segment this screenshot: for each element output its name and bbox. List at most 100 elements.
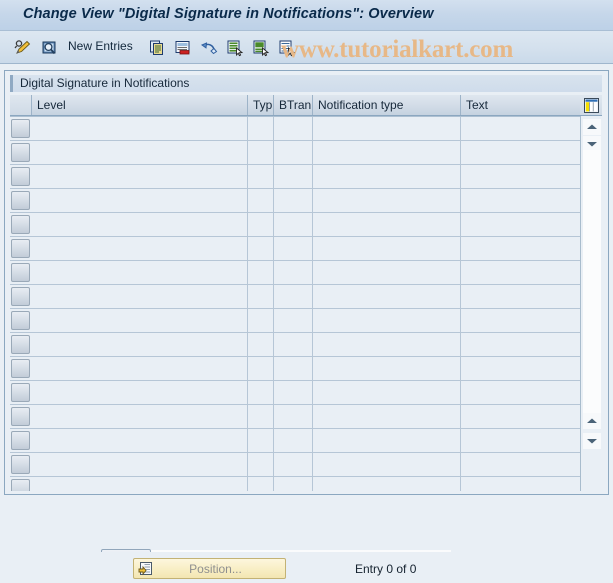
scroll-up-button[interactable]: [583, 119, 601, 135]
row-select-button[interactable]: [11, 215, 30, 234]
table-cell-level[interactable]: [32, 141, 248, 164]
table-cell-text[interactable]: [461, 237, 580, 260]
row-select-button[interactable]: [11, 287, 30, 306]
table-cell-notification_type[interactable]: [313, 285, 461, 308]
row-select-button[interactable]: [11, 239, 30, 258]
table-cell-level[interactable]: [32, 357, 248, 380]
vertical-scrollbar-track-upper[interactable]: [583, 150, 601, 261]
table-cell-notification_type[interactable]: [313, 477, 461, 491]
table-cell-notification_type[interactable]: [313, 453, 461, 476]
table-cell-btran[interactable]: [274, 405, 313, 428]
scroll-page-down-button[interactable]: [583, 433, 601, 449]
table-row[interactable]: [10, 141, 580, 165]
row-select-button[interactable]: [11, 119, 30, 138]
table-cell-text[interactable]: [461, 285, 580, 308]
row-select-button[interactable]: [11, 479, 30, 491]
table-row[interactable]: [10, 117, 580, 141]
table-cell-notification_type[interactable]: [313, 117, 461, 140]
table-row[interactable]: [10, 261, 580, 285]
table-cell-notification_type[interactable]: [313, 405, 461, 428]
position-button[interactable]: Position...: [133, 558, 286, 579]
table-row[interactable]: [10, 237, 580, 261]
table-cell-typ[interactable]: [248, 429, 274, 452]
table-cell-text[interactable]: [461, 357, 580, 380]
table-cell-text[interactable]: [461, 429, 580, 452]
table-cell-typ[interactable]: [248, 405, 274, 428]
table-cell-notification_type[interactable]: [313, 357, 461, 380]
table-cell-btran[interactable]: [274, 357, 313, 380]
table-cell-btran[interactable]: [274, 165, 313, 188]
table-cell-level[interactable]: [32, 381, 248, 404]
vertical-scrollbar-track-lower[interactable]: [583, 261, 601, 413]
table-cell-typ[interactable]: [248, 357, 274, 380]
table-cell-level[interactable]: [32, 165, 248, 188]
table-cell-text[interactable]: [461, 453, 580, 476]
table-cell-typ[interactable]: [248, 333, 274, 356]
table-cell-btran[interactable]: [274, 477, 313, 491]
table-cell-notification_type[interactable]: [313, 165, 461, 188]
table-cell-level[interactable]: [32, 189, 248, 212]
table-cell-btran[interactable]: [274, 213, 313, 236]
table-cell-level[interactable]: [32, 453, 248, 476]
table-cell-notification_type[interactable]: [313, 237, 461, 260]
vertical-scrollbar[interactable]: [580, 116, 602, 491]
table-cell-notification_type[interactable]: [313, 429, 461, 452]
table-cell-level[interactable]: [32, 405, 248, 428]
table-cell-level[interactable]: [32, 237, 248, 260]
row-select-button[interactable]: [11, 191, 30, 210]
row-select-button[interactable]: [11, 143, 30, 162]
row-select-button[interactable]: [11, 311, 30, 330]
column-header-level[interactable]: Level: [32, 95, 248, 115]
table-row[interactable]: [10, 381, 580, 405]
table-cell-notification_type[interactable]: [313, 309, 461, 332]
table-cell-text[interactable]: [461, 381, 580, 404]
scroll-page-up-button[interactable]: [583, 413, 601, 429]
table-cell-notification_type[interactable]: [313, 381, 461, 404]
table-cell-text[interactable]: [461, 309, 580, 332]
select-block-button[interactable]: [250, 37, 272, 58]
table-cell-typ[interactable]: [248, 261, 274, 284]
table-cell-notification_type[interactable]: [313, 141, 461, 164]
table-cell-btran[interactable]: [274, 141, 313, 164]
grid-corner-cell[interactable]: [10, 95, 32, 115]
check-entries-button[interactable]: [38, 37, 60, 58]
row-select-button[interactable]: [11, 407, 30, 426]
table-cell-btran[interactable]: [274, 309, 313, 332]
table-cell-typ[interactable]: [248, 141, 274, 164]
table-row[interactable]: [10, 189, 580, 213]
row-select-button[interactable]: [11, 455, 30, 474]
table-cell-btran[interactable]: [274, 333, 313, 356]
table-row[interactable]: [10, 453, 580, 477]
table-row[interactable]: [10, 213, 580, 237]
table-cell-level[interactable]: [32, 261, 248, 284]
table-cell-btran[interactable]: [274, 453, 313, 476]
column-header-text[interactable]: Text: [461, 95, 580, 115]
table-row[interactable]: [10, 477, 580, 491]
table-cell-typ[interactable]: [248, 285, 274, 308]
table-cell-btran[interactable]: [274, 285, 313, 308]
column-header-notification-type[interactable]: Notification type: [313, 95, 461, 115]
table-cell-level[interactable]: [32, 213, 248, 236]
table-row[interactable]: [10, 165, 580, 189]
table-cell-btran[interactable]: [274, 261, 313, 284]
table-cell-text[interactable]: [461, 405, 580, 428]
table-cell-text[interactable]: [461, 141, 580, 164]
undo-button[interactable]: [198, 37, 220, 58]
table-row[interactable]: [10, 285, 580, 309]
table-cell-typ[interactable]: [248, 237, 274, 260]
new-entries-button[interactable]: New Entries: [68, 39, 133, 53]
table-row[interactable]: [10, 309, 580, 333]
table-cell-btran[interactable]: [274, 189, 313, 212]
table-cell-level[interactable]: [32, 333, 248, 356]
table-cell-text[interactable]: [461, 165, 580, 188]
row-select-button[interactable]: [11, 359, 30, 378]
row-select-button[interactable]: [11, 383, 30, 402]
table-cell-btran[interactable]: [274, 429, 313, 452]
table-cell-notification_type[interactable]: [313, 189, 461, 212]
table-row[interactable]: [10, 357, 580, 381]
table-cell-typ[interactable]: [248, 117, 274, 140]
table-cell-notification_type[interactable]: [313, 213, 461, 236]
table-cell-typ[interactable]: [248, 309, 274, 332]
table-cell-btran[interactable]: [274, 117, 313, 140]
table-cell-level[interactable]: [32, 117, 248, 140]
